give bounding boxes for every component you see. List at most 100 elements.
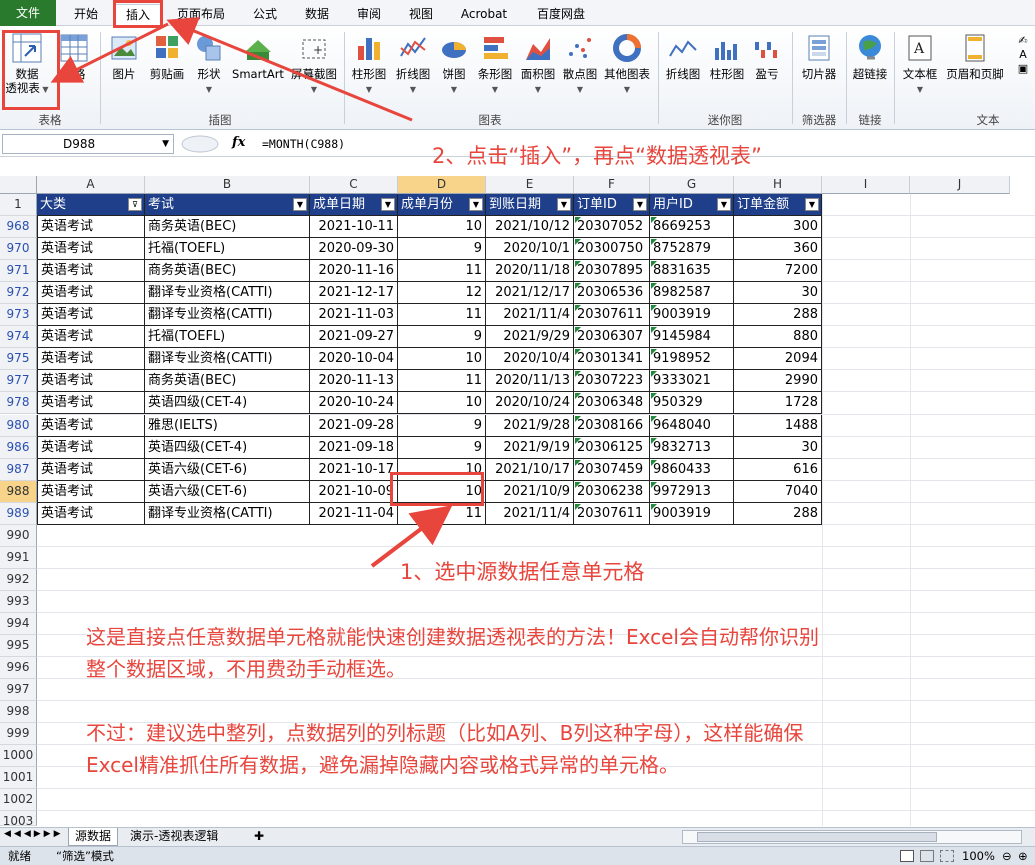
zoom-in-icon[interactable]: ⊕ bbox=[1018, 847, 1028, 865]
table-cell[interactable]: 9832713 bbox=[650, 436, 734, 459]
table-cell[interactable]: 880 bbox=[734, 326, 822, 349]
table-cell[interactable]: 翻译专业资格(CATTI) bbox=[145, 502, 310, 525]
table-cell[interactable]: 8982587 bbox=[650, 282, 734, 305]
table-cell[interactable]: 20307459 bbox=[574, 458, 650, 481]
table-cell[interactable]: 雅思(IELTS) bbox=[145, 414, 310, 437]
table-cell[interactable]: 9 bbox=[398, 414, 486, 437]
table-cell[interactable]: 翻译专业资格(CATTI) bbox=[145, 282, 310, 305]
table-cell[interactable]: 20306238 bbox=[574, 480, 650, 503]
table-cell[interactable]: 12 bbox=[398, 282, 486, 305]
table-cell[interactable]: 2021-09-18 bbox=[310, 436, 398, 459]
row-header[interactable]: 991 bbox=[0, 546, 37, 569]
table-header-cell[interactable]: 订单ID ▼ bbox=[574, 194, 650, 216]
formula-input[interactable]: =MONTH(C988) bbox=[262, 137, 345, 151]
table-cell[interactable]: 300 bbox=[734, 216, 822, 239]
row-header[interactable]: 992 bbox=[0, 568, 37, 591]
row-header[interactable]: 1000 bbox=[0, 745, 37, 768]
sheet-tab-source[interactable]: 源数据 bbox=[68, 828, 119, 846]
row-header[interactable]: 970 bbox=[0, 238, 37, 261]
smartart-button[interactable]: SmartArt bbox=[230, 32, 286, 81]
table-cell[interactable]: 2020-10-04 bbox=[310, 348, 398, 371]
table-cell[interactable]: 2020/11/18 bbox=[486, 260, 574, 283]
table-cell[interactable]: 9 bbox=[398, 436, 486, 459]
filter-dropdown-icon[interactable]: ▼ bbox=[469, 198, 483, 211]
table-cell[interactable]: 英语考试 bbox=[37, 216, 145, 239]
table-cell[interactable]: 英语考试 bbox=[37, 348, 145, 371]
table-cell[interactable]: 英语考试 bbox=[37, 238, 145, 261]
table-header-cell[interactable]: 大类 ⊽ bbox=[37, 194, 145, 216]
table-cell[interactable]: 9972913 bbox=[650, 480, 734, 503]
tab-home[interactable]: 开始 bbox=[62, 4, 110, 26]
table-cell[interactable]: 商务英语(BEC) bbox=[145, 216, 310, 239]
table-cell[interactable]: 英语考试 bbox=[37, 458, 145, 481]
table-cell[interactable]: 2020/11/13 bbox=[486, 370, 574, 393]
table-cell[interactable]: 2990 bbox=[734, 370, 822, 393]
row-header[interactable]: 988 bbox=[0, 480, 37, 503]
row-header[interactable]: 998 bbox=[0, 701, 37, 724]
sparkline-winloss-button[interactable]: 盈亏 bbox=[750, 36, 784, 81]
table-cell[interactable]: 9648040 bbox=[650, 414, 734, 437]
table-cell[interactable]: 20306125 bbox=[574, 436, 650, 459]
textbox-button[interactable]: A 文本框 ▼ bbox=[898, 32, 942, 97]
table-cell[interactable]: 20306536 bbox=[574, 282, 650, 305]
area-chart-button[interactable]: 面积图 ▼ bbox=[518, 32, 558, 97]
table-cell[interactable]: 9003919 bbox=[650, 502, 734, 525]
table-cell[interactable]: 9 bbox=[398, 326, 486, 349]
table-cell[interactable]: 8752879 bbox=[650, 238, 734, 261]
table-cell[interactable]: 2021/10/12 bbox=[486, 216, 574, 239]
table-cell[interactable]: 8831635 bbox=[650, 260, 734, 283]
table-cell[interactable]: 英语考试 bbox=[37, 480, 145, 503]
table-cell[interactable]: 2020/10/24 bbox=[486, 392, 574, 415]
column-header-g[interactable]: G bbox=[650, 176, 734, 194]
row-header[interactable]: 990 bbox=[0, 524, 37, 547]
table-cell[interactable]: 2021/12/17 bbox=[486, 282, 574, 305]
table-cell[interactable]: 2020/10/4 bbox=[486, 348, 574, 371]
table-cell[interactable]: 10 bbox=[398, 392, 486, 415]
name-box[interactable]: D988 ▼ bbox=[2, 134, 174, 154]
bar-chart-button[interactable]: 条形图 ▼ bbox=[474, 32, 516, 97]
table-cell[interactable]: 9333021 bbox=[650, 370, 734, 393]
table-cell[interactable]: 2020-11-13 bbox=[310, 370, 398, 393]
table-cell[interactable]: 9198952 bbox=[650, 348, 734, 371]
table-cell[interactable]: 2021/9/19 bbox=[486, 436, 574, 459]
column-header-i[interactable]: I bbox=[822, 176, 910, 194]
table-cell[interactable]: 英语四级(CET-4) bbox=[145, 392, 310, 415]
column-header-b[interactable]: B bbox=[145, 176, 310, 194]
row-header[interactable]: 975 bbox=[0, 348, 37, 371]
row-header[interactable]: 989 bbox=[0, 502, 37, 525]
row-header[interactable]: 986 bbox=[0, 436, 37, 459]
table-cell[interactable]: 2020/10/1 bbox=[486, 238, 574, 261]
sheet-tab-demo[interactable]: 演示-透视表逻辑 bbox=[124, 828, 224, 846]
table-cell[interactable]: 2021/9/29 bbox=[486, 326, 574, 349]
filter-dropdown-icon[interactable]: ▼ bbox=[557, 198, 571, 211]
clipart-button[interactable]: 剪贴画 bbox=[146, 32, 188, 81]
table-cell[interactable]: 20307611 bbox=[574, 304, 650, 327]
table-cell[interactable]: 英语四级(CET-4) bbox=[145, 436, 310, 459]
table-cell[interactable]: 9145984 bbox=[650, 326, 734, 349]
row-header[interactable]: 971 bbox=[0, 260, 37, 283]
table-cell[interactable]: 英语考试 bbox=[37, 436, 145, 459]
shapes-button[interactable]: 形状 ▼ bbox=[192, 32, 226, 97]
column-header-c[interactable]: C bbox=[310, 176, 398, 194]
table-header-cell[interactable]: 考试 ▼ bbox=[145, 194, 310, 216]
row-header[interactable]: 973 bbox=[0, 304, 37, 327]
table-cell[interactable]: 商务英语(BEC) bbox=[145, 260, 310, 283]
table-cell[interactable]: 20306348 bbox=[574, 392, 650, 415]
table-cell[interactable]: 7200 bbox=[734, 260, 822, 283]
tab-view[interactable]: 视图 bbox=[400, 4, 442, 26]
table-cell[interactable]: 2020-09-30 bbox=[310, 238, 398, 261]
header-footer-button[interactable]: 页眉和页脚 bbox=[944, 32, 1006, 81]
filter-dropdown-icon[interactable]: ▼ bbox=[293, 198, 307, 211]
column-header-e[interactable]: E bbox=[486, 176, 574, 194]
table-cell[interactable]: 英语考试 bbox=[37, 326, 145, 349]
table-cell[interactable]: 20308166 bbox=[574, 414, 650, 437]
table-cell[interactable]: 英语考试 bbox=[37, 304, 145, 327]
column-chart-button[interactable]: 柱形图 ▼ bbox=[348, 32, 390, 97]
row-header[interactable]: 987 bbox=[0, 458, 37, 481]
filter-active-icon[interactable]: ⊽ bbox=[128, 198, 142, 211]
table-cell[interactable]: 2020-11-16 bbox=[310, 260, 398, 283]
table-cell[interactable]: 翻译专业资格(CATTI) bbox=[145, 348, 310, 371]
column-header-j[interactable]: J bbox=[910, 176, 1010, 194]
table-cell[interactable]: 英语六级(CET-6) bbox=[145, 458, 310, 481]
table-cell[interactable]: 20301341 bbox=[574, 348, 650, 371]
